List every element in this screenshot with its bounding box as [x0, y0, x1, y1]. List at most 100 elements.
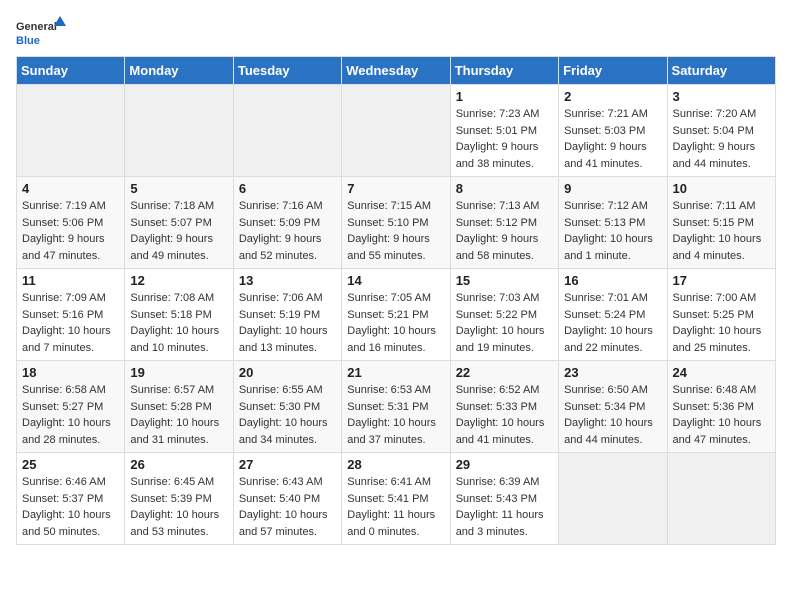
day-info: Sunrise: 7:09 AM Sunset: 5:16 PM Dayligh…: [22, 290, 119, 356]
day-number: 2: [564, 89, 661, 104]
day-info: Sunrise: 7:19 AM Sunset: 5:06 PM Dayligh…: [22, 198, 119, 264]
day-number: 22: [456, 365, 553, 380]
svg-text:Blue: Blue: [16, 35, 40, 47]
column-header-tuesday: Tuesday: [233, 57, 341, 85]
day-cell: 12 Sunrise: 7:08 AM Sunset: 5:18 PM Dayli…: [125, 269, 233, 361]
day-info: Sunrise: 6:55 AM Sunset: 5:30 PM Dayligh…: [239, 382, 336, 448]
day-number: 4: [22, 181, 119, 196]
day-number: 9: [564, 181, 661, 196]
day-info: Sunrise: 7:06 AM Sunset: 5:19 PM Dayligh…: [239, 290, 336, 356]
day-info: Sunrise: 6:45 AM Sunset: 5:39 PM Dayligh…: [130, 474, 227, 540]
day-info: Sunrise: 6:58 AM Sunset: 5:27 PM Dayligh…: [22, 382, 119, 448]
day-cell: [233, 85, 341, 177]
day-number: 8: [456, 181, 553, 196]
day-number: 7: [347, 181, 444, 196]
day-cell: 21 Sunrise: 6:53 AM Sunset: 5:31 PM Dayli…: [342, 361, 450, 453]
column-header-wednesday: Wednesday: [342, 57, 450, 85]
day-cell: [342, 85, 450, 177]
day-number: 28: [347, 457, 444, 472]
day-number: 6: [239, 181, 336, 196]
day-number: 17: [673, 273, 770, 288]
week-row-2: 4 Sunrise: 7:19 AM Sunset: 5:06 PM Daylig…: [17, 177, 776, 269]
day-info: Sunrise: 6:43 AM Sunset: 5:40 PM Dayligh…: [239, 474, 336, 540]
day-info: Sunrise: 6:52 AM Sunset: 5:33 PM Dayligh…: [456, 382, 553, 448]
day-cell: 9 Sunrise: 7:12 AM Sunset: 5:13 PM Daylig…: [559, 177, 667, 269]
column-header-sunday: Sunday: [17, 57, 125, 85]
day-number: 23: [564, 365, 661, 380]
calendar-body: 1 Sunrise: 7:23 AM Sunset: 5:01 PM Daylig…: [17, 85, 776, 545]
day-info: Sunrise: 6:53 AM Sunset: 5:31 PM Dayligh…: [347, 382, 444, 448]
week-row-4: 18 Sunrise: 6:58 AM Sunset: 5:27 PM Dayli…: [17, 361, 776, 453]
column-header-friday: Friday: [559, 57, 667, 85]
day-info: Sunrise: 7:21 AM Sunset: 5:03 PM Dayligh…: [564, 106, 661, 172]
day-cell: 22 Sunrise: 6:52 AM Sunset: 5:33 PM Dayli…: [450, 361, 558, 453]
header-row: SundayMondayTuesdayWednesdayThursdayFrid…: [17, 57, 776, 85]
day-info: Sunrise: 7:01 AM Sunset: 5:24 PM Dayligh…: [564, 290, 661, 356]
day-cell: 11 Sunrise: 7:09 AM Sunset: 5:16 PM Dayli…: [17, 269, 125, 361]
day-number: 29: [456, 457, 553, 472]
day-cell: 16 Sunrise: 7:01 AM Sunset: 5:24 PM Dayli…: [559, 269, 667, 361]
day-info: Sunrise: 6:57 AM Sunset: 5:28 PM Dayligh…: [130, 382, 227, 448]
day-cell: 7 Sunrise: 7:15 AM Sunset: 5:10 PM Daylig…: [342, 177, 450, 269]
day-info: Sunrise: 6:39 AM Sunset: 5:43 PM Dayligh…: [456, 474, 553, 540]
day-info: Sunrise: 7:12 AM Sunset: 5:13 PM Dayligh…: [564, 198, 661, 264]
day-info: Sunrise: 7:20 AM Sunset: 5:04 PM Dayligh…: [673, 106, 770, 172]
day-number: 21: [347, 365, 444, 380]
day-info: Sunrise: 7:00 AM Sunset: 5:25 PM Dayligh…: [673, 290, 770, 356]
calendar-header: SundayMondayTuesdayWednesdayThursdayFrid…: [17, 57, 776, 85]
day-number: 24: [673, 365, 770, 380]
day-info: Sunrise: 7:11 AM Sunset: 5:15 PM Dayligh…: [673, 198, 770, 264]
day-info: Sunrise: 7:13 AM Sunset: 5:12 PM Dayligh…: [456, 198, 553, 264]
day-number: 25: [22, 457, 119, 472]
day-cell: 29 Sunrise: 6:39 AM Sunset: 5:43 PM Dayli…: [450, 453, 558, 545]
day-cell: 26 Sunrise: 6:45 AM Sunset: 5:39 PM Dayli…: [125, 453, 233, 545]
day-info: Sunrise: 7:08 AM Sunset: 5:18 PM Dayligh…: [130, 290, 227, 356]
day-cell: 2 Sunrise: 7:21 AM Sunset: 5:03 PM Daylig…: [559, 85, 667, 177]
day-number: 20: [239, 365, 336, 380]
day-number: 15: [456, 273, 553, 288]
day-number: 11: [22, 273, 119, 288]
day-cell: 3 Sunrise: 7:20 AM Sunset: 5:04 PM Daylig…: [667, 85, 775, 177]
day-number: 1: [456, 89, 553, 104]
day-number: 13: [239, 273, 336, 288]
day-info: Sunrise: 6:50 AM Sunset: 5:34 PM Dayligh…: [564, 382, 661, 448]
day-cell: 27 Sunrise: 6:43 AM Sunset: 5:40 PM Dayli…: [233, 453, 341, 545]
day-cell: 6 Sunrise: 7:16 AM Sunset: 5:09 PM Daylig…: [233, 177, 341, 269]
day-cell: 4 Sunrise: 7:19 AM Sunset: 5:06 PM Daylig…: [17, 177, 125, 269]
day-cell: 10Sunrise: 7:11 AM Sunset: 5:15 PM Dayli…: [667, 177, 775, 269]
day-cell: 15 Sunrise: 7:03 AM Sunset: 5:22 PM Dayli…: [450, 269, 558, 361]
day-number: 3: [673, 89, 770, 104]
column-header-monday: Monday: [125, 57, 233, 85]
day-info: Sunrise: 6:41 AM Sunset: 5:41 PM Dayligh…: [347, 474, 444, 540]
day-number: 26: [130, 457, 227, 472]
day-number: 16: [564, 273, 661, 288]
svg-text:General: General: [16, 21, 57, 33]
day-number: 27: [239, 457, 336, 472]
day-info: Sunrise: 7:23 AM Sunset: 5:01 PM Dayligh…: [456, 106, 553, 172]
day-number: 12: [130, 273, 227, 288]
day-cell: 13 Sunrise: 7:06 AM Sunset: 5:19 PM Dayli…: [233, 269, 341, 361]
day-number: 19: [130, 365, 227, 380]
calendar-table: SundayMondayTuesdayWednesdayThursdayFrid…: [16, 56, 776, 545]
day-cell: [667, 453, 775, 545]
day-info: Sunrise: 7:05 AM Sunset: 5:21 PM Dayligh…: [347, 290, 444, 356]
day-cell: [125, 85, 233, 177]
day-info: Sunrise: 6:46 AM Sunset: 5:37 PM Dayligh…: [22, 474, 119, 540]
day-cell: 5Sunrise: 7:18 AM Sunset: 5:07 PM Daylig…: [125, 177, 233, 269]
day-cell: 20 Sunrise: 6:55 AM Sunset: 5:30 PM Dayli…: [233, 361, 341, 453]
day-info: Sunrise: 7:15 AM Sunset: 5:10 PM Dayligh…: [347, 198, 444, 264]
header: General Blue: [16, 16, 776, 48]
day-cell: 14 Sunrise: 7:05 AM Sunset: 5:21 PM Dayli…: [342, 269, 450, 361]
day-number: 18: [22, 365, 119, 380]
logo-svg: General Blue: [16, 16, 66, 48]
day-info: Sunrise: 7:03 AM Sunset: 5:22 PM Dayligh…: [456, 290, 553, 356]
day-cell: 17 Sunrise: 7:00 AM Sunset: 5:25 PM Dayli…: [667, 269, 775, 361]
day-cell: 28 Sunrise: 6:41 AM Sunset: 5:41 PM Dayli…: [342, 453, 450, 545]
day-info: Sunrise: 7:16 AM Sunset: 5:09 PM Dayligh…: [239, 198, 336, 264]
day-number: 14: [347, 273, 444, 288]
day-cell: [17, 85, 125, 177]
day-cell: 25 Sunrise: 6:46 AM Sunset: 5:37 PM Dayli…: [17, 453, 125, 545]
day-number: 5: [130, 181, 227, 196]
column-header-thursday: Thursday: [450, 57, 558, 85]
week-row-1: 1 Sunrise: 7:23 AM Sunset: 5:01 PM Daylig…: [17, 85, 776, 177]
